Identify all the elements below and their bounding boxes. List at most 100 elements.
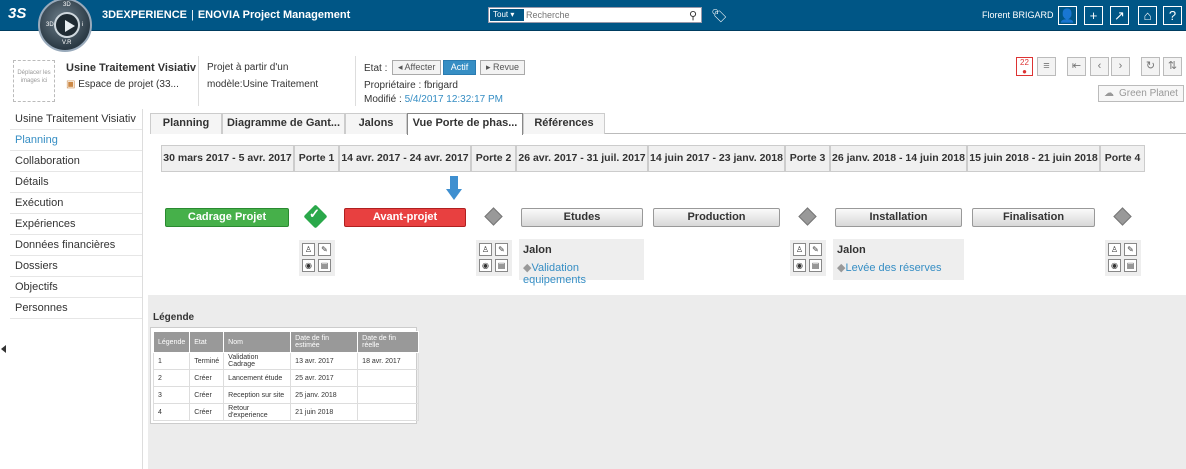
table-row: 4 Créer Retour d'experience 21 juin 2018 [152,403,420,421]
search-scope-select[interactable]: Tout ▾ [490,9,524,21]
sidebar-item-dossiers[interactable]: Dossiers [10,256,142,277]
document-icon[interactable]: ▤ [1124,259,1137,272]
phase-avant-projet[interactable]: Avant-projet [344,208,466,227]
gate-actions: ♙ ✎ ◉ ▤ [476,240,512,276]
column-header: 15 juin 2018 - 21 juin 2018 [967,145,1100,172]
project-space-icon: ▣ [66,79,76,90]
help-icon[interactable]: ? [1163,6,1182,25]
legend-header: Légende [152,331,191,353]
ds-logo-icon: 3S [8,5,27,22]
column-header: 14 juin 2017 - 23 janv. 2018 [648,145,785,172]
legend-header: Nom [223,331,292,353]
add-icon[interactable]: + [1084,6,1103,25]
milestone-card: Jalon ◆Validation equipements [519,239,644,286]
search-box: Tout ▾ ⚲ [488,7,702,23]
etat-label: Etat : [364,63,388,74]
phase-etudes[interactable]: Etudes [521,208,643,227]
legend-header-row: Légende Etat Nom Date de fin estimée Dat… [152,331,420,353]
tab-planning[interactable]: Planning [150,113,222,134]
table-row: 2 Créer Lancement étude 25 avr. 2017 [152,369,420,387]
tools-icon[interactable]: ✎ [809,243,822,256]
phase-installation[interactable]: Installation [835,208,962,227]
review-icon[interactable]: ◉ [1108,259,1121,272]
tab-jalons[interactable]: Jalons [345,113,407,134]
legend-header: Etat [189,331,225,353]
home-icon[interactable]: ⌂ [1138,6,1157,25]
sidebar-item-planning[interactable]: Planning [10,130,142,151]
legend-header: Date de fin estimée [290,331,359,353]
review-icon[interactable]: ◉ [793,259,806,272]
collapse-sidebar-icon[interactable] [1,345,6,353]
sidebar-item-experiences[interactable]: Expériences [10,214,142,235]
document-icon[interactable]: ▤ [495,259,508,272]
tab-gantt[interactable]: Diagramme de Gant... [222,113,345,134]
top-bar: 3S 3DEXPERIENCE | ENOVIA Project Managemen… [0,0,1186,31]
play-icon [65,20,75,32]
review-icon[interactable]: ◉ [479,259,492,272]
document-icon[interactable]: ▤ [809,259,822,272]
people-icon[interactable]: ♙ [302,243,315,256]
project-space[interactable]: ▣ Espace de projet (33... [66,79,179,90]
milestone-link[interactable]: ◆Levée des réserves [837,261,941,274]
tools-icon[interactable]: ✎ [318,243,331,256]
tab-phase-gate[interactable]: Vue Porte de phas... [407,113,523,135]
phase-cadrage-projet[interactable]: Cadrage Projet [165,208,289,227]
image-drop-zone[interactable]: Déplacer les images ici [13,60,55,102]
sidebar-item-execution[interactable]: Exécution [10,193,142,214]
phase-finalisation[interactable]: Finalisation [972,208,1095,227]
tools-icon[interactable]: ✎ [1124,243,1137,256]
review-icon[interactable]: ◉ [302,259,315,272]
tag-icon[interactable]: 🏷 [711,8,728,24]
milestone-card: Jalon ◆Levée des réserves [833,239,964,280]
refresh-icon[interactable]: ↻ [1141,57,1160,76]
divider [355,56,356,106]
column-header: Porte 1 [294,145,339,172]
legend-title: Légende [153,312,195,323]
cloud-icon: ☁ [1104,88,1114,99]
search-icon[interactable]: ⚲ [689,9,697,22]
prev-icon[interactable]: ‹ [1090,57,1109,76]
people-icon[interactable]: ♙ [1108,243,1121,256]
divider [198,56,199,106]
tools-icon[interactable]: ✎ [495,243,508,256]
share-icon[interactable]: ↗ [1110,6,1129,25]
column-header: 30 mars 2017 - 5 avr. 2017 [161,145,294,172]
affecter-button[interactable]: ◂ Affecter [392,60,442,75]
sort-icon[interactable]: ⇅ [1163,57,1182,76]
gate-actions: ♙ ✎ ◉ ▤ [790,240,826,276]
project-owner: Propriétaire : fbrigard [364,80,458,91]
table-row: 1 Terminé Validation Cadrage 13 avr. 2017 18… [152,352,420,370]
back-to-top-icon[interactable]: ⇤ [1067,57,1086,76]
document-icon[interactable]: ▤ [318,259,331,272]
profile-icon[interactable]: 👤 [1058,6,1077,25]
column-header: Porte 4 [1100,145,1145,172]
milestone-title: Jalon [523,244,552,256]
user-name[interactable]: Florent BRIGARD [982,10,1054,20]
sidebar-item-objectifs[interactable]: Objectifs [10,277,142,298]
search-input[interactable] [526,9,676,21]
app-title: 3DEXPERIENCE | ENOVIA Project Management [102,9,351,21]
sidebar-item-personnes[interactable]: Personnes [10,298,142,319]
people-icon[interactable]: ♙ [479,243,492,256]
phase-production[interactable]: Production [653,208,780,227]
people-icon[interactable]: ♙ [793,243,806,256]
actif-button[interactable]: Actif [443,60,476,75]
sidebar-item-finances[interactable]: Données financières [10,235,142,256]
green-planet-button[interactable]: ☁ Green Planet [1098,85,1184,102]
gate-actions: ♙ ✎ ◉ ▤ [299,240,335,276]
revue-button[interactable]: ▸ Revue [480,60,526,75]
sidebar-item-collaboration[interactable]: Collaboration [10,151,142,172]
legend-table: Légende Etat Nom Date de fin estimée Dat… [152,331,420,421]
milestone-link[interactable]: ◆Validation equipements [523,261,644,286]
column-header: Porte 3 [785,145,830,172]
notification-badge[interactable]: 22 ● [1016,57,1033,76]
compass-icon[interactable]: 3D 3D i V.R [38,0,92,52]
next-icon[interactable]: › [1111,57,1130,76]
milestone-title: Jalon [837,244,866,256]
tab-references[interactable]: Références [523,113,605,134]
sidebar-item-project[interactable]: Usine Traitement Visiativ [10,109,142,130]
sidebar-item-details[interactable]: Détails [10,172,142,193]
menu-icon[interactable]: ≡ [1037,57,1056,76]
column-header: 26 janv. 2018 - 14 juin 2018 [830,145,967,172]
check-icon: ✓ [309,206,320,221]
